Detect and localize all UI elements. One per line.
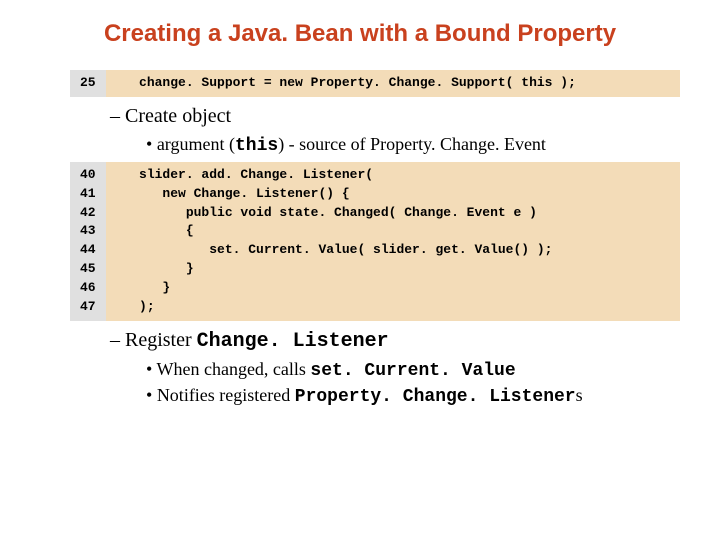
dot-argument-this: argument (this) - source of Property. Ch… <box>146 134 680 156</box>
dot2-post-text: s <box>576 385 583 405</box>
bullet-group-2: Register Change. Listener When changed, … <box>110 329 680 407</box>
code-block-1: 25 change. Support = new Property. Chang… <box>70 70 680 97</box>
code-block-2: 40 41 42 43 44 45 46 47 slider. add. Cha… <box>70 162 680 321</box>
line-numbers-1: 25 <box>70 70 106 97</box>
bullet-group-1: Create object argument (this) - source o… <box>110 105 680 156</box>
dash-mono-text: Change. Listener <box>197 330 389 353</box>
dot-post-text: ) - source of Property. Change. Event <box>278 134 546 154</box>
slide-body: Creating a Java. Bean with a Bound Prope… <box>0 0 720 407</box>
dot-notifies: Notifies registered Property. Change. Li… <box>146 385 680 407</box>
dash-register-listener: Register Change. Listener <box>110 329 680 353</box>
dot-pre-text: argument ( <box>157 134 235 154</box>
dot2-pre-text: Notifies registered <box>157 385 295 405</box>
dot2-mono-text: Property. Change. Listener <box>295 387 576 407</box>
code-content-1: change. Support = new Property. Change. … <box>106 70 680 97</box>
dash-create-object: Create object <box>110 105 680 128</box>
dash-text: Create object <box>125 105 231 127</box>
dot-list-2: When changed, calls set. Current. Value … <box>146 359 680 407</box>
dot-list-1: argument (this) - source of Property. Ch… <box>146 134 680 156</box>
dot-mono-text: this <box>235 136 278 156</box>
dot1-mono-text: set. Current. Value <box>310 361 515 381</box>
line-numbers-2: 40 41 42 43 44 45 46 47 <box>70 162 106 321</box>
slide-title: Creating a Java. Bean with a Bound Prope… <box>40 20 680 48</box>
dash-pre-text: Register <box>125 329 197 351</box>
dot-when-changed: When changed, calls set. Current. Value <box>146 359 680 381</box>
code-content-2: slider. add. Change. Listener( new Chang… <box>106 162 680 321</box>
dot1-pre-text: When changed, calls <box>156 359 310 379</box>
